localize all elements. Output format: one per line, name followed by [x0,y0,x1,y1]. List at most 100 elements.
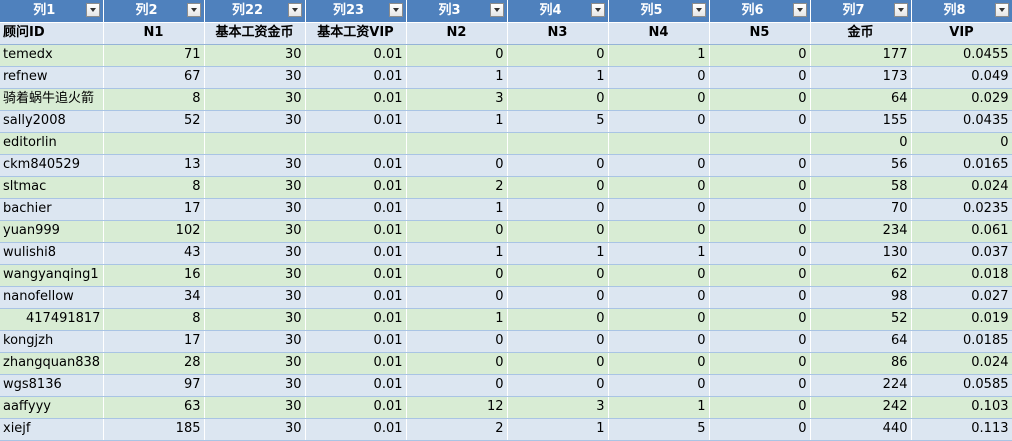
table-cell[interactable]: 0 [709,308,811,331]
table-cell[interactable]: 0 [608,352,710,375]
column-header[interactable]: 列4 [507,0,609,23]
table-cell[interactable]: 28 [103,352,205,375]
advisor-id-cell[interactable]: kongjzh [0,330,104,353]
table-cell[interactable]: 0.027 [911,286,1012,309]
table-cell[interactable]: 0.01 [305,418,407,441]
table-cell[interactable]: 0 [608,264,710,287]
table-cell[interactable]: 2 [406,176,508,199]
table-cell[interactable]: 64 [810,88,912,111]
advisor-id-cell[interactable]: wangyanqing1 [0,264,104,287]
advisor-id-cell[interactable]: wulishi8 [0,242,104,265]
table-cell[interactable]: 0 [709,374,811,397]
table-cell[interactable]: 0.01 [305,374,407,397]
table-cell[interactable]: 8 [103,308,205,331]
table-cell[interactable]: 0 [507,264,609,287]
advisor-id-cell[interactable]: sally2008 [0,110,104,133]
table-cell[interactable]: 155 [810,110,912,133]
table-cell[interactable]: 0 [608,308,710,331]
table-cell[interactable]: 30 [204,220,306,243]
table-cell[interactable]: 0.0185 [911,330,1012,353]
table-cell[interactable]: 1 [406,66,508,89]
table-cell[interactable] [608,132,710,155]
table-cell[interactable]: 0.037 [911,242,1012,265]
table-cell[interactable]: 0.01 [305,66,407,89]
table-cell[interactable]: 64 [810,330,912,353]
table-cell[interactable]: 1 [608,44,710,67]
table-cell[interactable] [305,132,407,155]
table-cell[interactable] [406,132,508,155]
table-cell[interactable]: 242 [810,396,912,419]
dropdown-filter-icon[interactable] [489,3,504,17]
table-cell[interactable]: 30 [204,374,306,397]
table-cell[interactable]: 0.0165 [911,154,1012,177]
table-cell[interactable]: 0.01 [305,198,407,221]
table-cell[interactable]: 98 [810,286,912,309]
subheader-cell[interactable]: 金币 [810,22,912,45]
table-cell[interactable]: 8 [103,176,205,199]
table-cell[interactable]: 0 [810,132,912,155]
table-cell[interactable]: 1 [608,242,710,265]
table-cell[interactable]: 0 [709,44,811,67]
advisor-id-cell[interactable]: temedx [0,44,104,67]
table-cell[interactable]: 130 [810,242,912,265]
table-cell[interactable]: 3 [507,396,609,419]
table-cell[interactable]: 0.01 [305,264,407,287]
table-cell[interactable]: 0.01 [305,220,407,243]
dropdown-filter-icon[interactable] [691,3,706,17]
table-cell[interactable]: 2 [406,418,508,441]
table-cell[interactable]: 0 [507,44,609,67]
table-cell[interactable]: 0 [406,220,508,243]
column-header[interactable]: 列7 [810,0,912,23]
table-cell[interactable]: 0 [709,154,811,177]
advisor-id-cell[interactable]: sltmac [0,176,104,199]
table-cell[interactable]: 1 [507,66,609,89]
table-cell[interactable]: 0 [709,220,811,243]
table-cell[interactable]: 0.049 [911,66,1012,89]
table-cell[interactable]: 0 [406,154,508,177]
table-cell[interactable]: 0.0455 [911,44,1012,67]
dropdown-filter-icon[interactable] [186,3,201,17]
table-cell[interactable]: 0 [709,418,811,441]
table-cell[interactable]: 30 [204,352,306,375]
column-header[interactable]: 列23 [305,0,407,23]
column-header[interactable]: 列1 [0,0,104,23]
advisor-id-cell[interactable]: nanofellow [0,286,104,309]
column-header[interactable]: 列5 [608,0,710,23]
table-cell[interactable]: 0 [709,88,811,111]
table-cell[interactable]: 0.01 [305,308,407,331]
table-cell[interactable]: 0.103 [911,396,1012,419]
table-cell[interactable]: 5 [608,418,710,441]
table-cell[interactable]: 0 [507,374,609,397]
table-cell[interactable]: 58 [810,176,912,199]
table-cell[interactable]: 0 [507,198,609,221]
table-cell[interactable]: 0 [608,198,710,221]
dropdown-filter-icon[interactable] [388,3,403,17]
table-cell[interactable]: 97 [103,374,205,397]
advisor-id-cell[interactable]: wgs8136 [0,374,104,397]
table-cell[interactable]: 0.01 [305,396,407,419]
table-cell[interactable]: 1 [406,198,508,221]
advisor-id-cell[interactable]: xiejf [0,418,104,441]
table-cell[interactable]: 0 [709,264,811,287]
dropdown-filter-icon[interactable] [994,3,1009,17]
dropdown-filter-icon[interactable] [792,3,807,17]
table-cell[interactable]: 0 [507,154,609,177]
table-cell[interactable]: 0 [406,374,508,397]
table-cell[interactable]: 30 [204,110,306,133]
table-cell[interactable]: 0.01 [305,88,407,111]
table-cell[interactable]: 0.0235 [911,198,1012,221]
dropdown-filter-icon[interactable] [893,3,908,17]
table-cell[interactable]: 52 [810,308,912,331]
table-cell[interactable]: 0 [709,396,811,419]
table-cell[interactable]: 30 [204,330,306,353]
advisor-id-cell[interactable]: refnew [0,66,104,89]
table-cell[interactable]: 0 [406,330,508,353]
table-cell[interactable]: 3 [406,88,508,111]
table-cell[interactable]: 63 [103,396,205,419]
subheader-cell[interactable]: 基本工资金币 [204,22,306,45]
advisor-id-cell[interactable]: ckm840529 [0,154,104,177]
dropdown-filter-icon[interactable] [590,3,605,17]
dropdown-filter-icon[interactable] [287,3,302,17]
table-cell[interactable]: 30 [204,242,306,265]
table-cell[interactable]: 234 [810,220,912,243]
